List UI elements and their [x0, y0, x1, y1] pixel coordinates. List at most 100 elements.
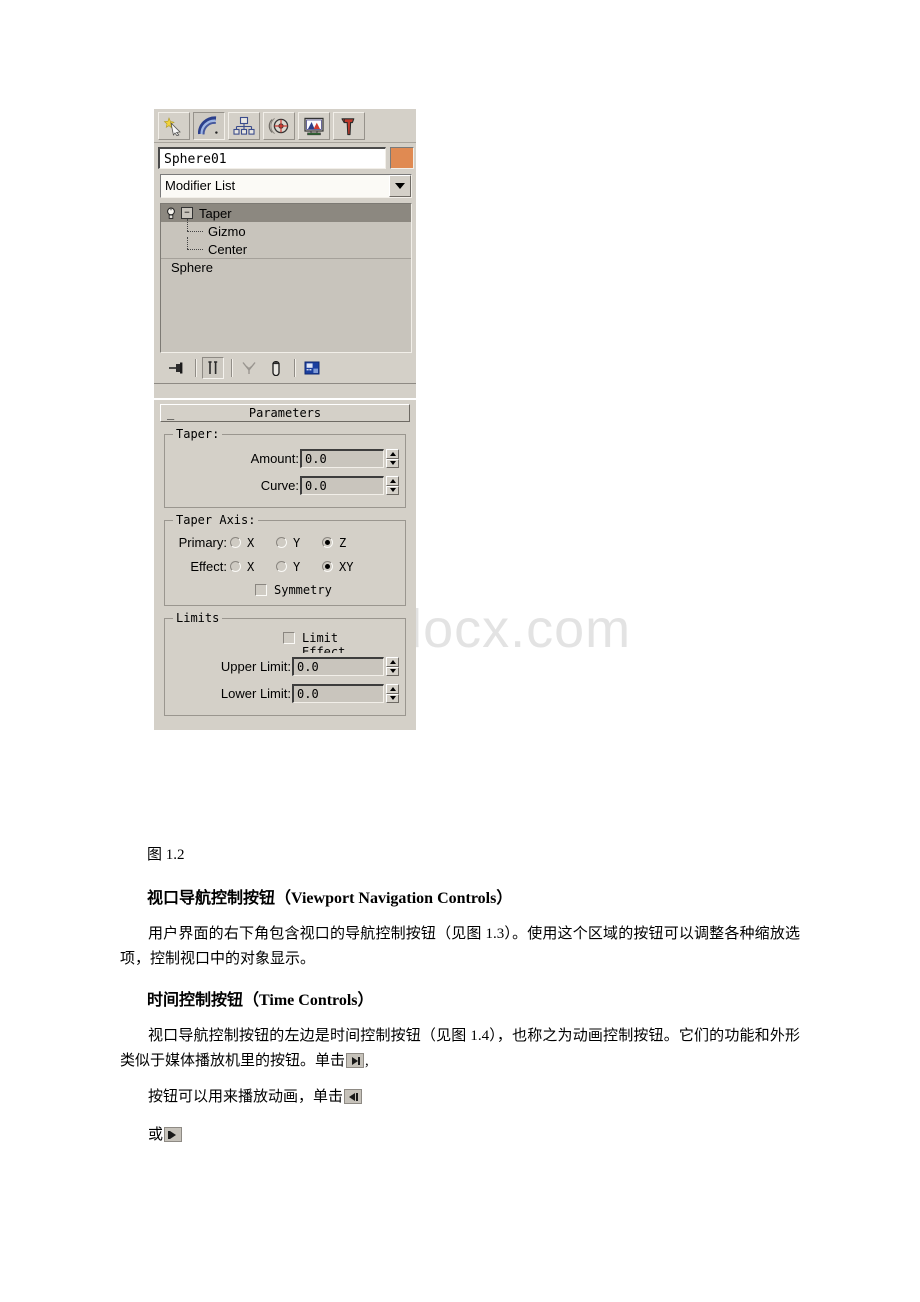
- caret-down-icon: [389, 669, 396, 674]
- create-tab[interactable]: [158, 112, 190, 140]
- pin-stack-button[interactable]: [166, 357, 188, 379]
- upper-limit-label: Upper Limit:: [220, 659, 291, 674]
- pin-icon: [169, 362, 183, 374]
- primary-axis-z[interactable]: Z: [322, 536, 368, 550]
- upper-limit-spinner[interactable]: [386, 657, 399, 676]
- paragraph-text: 用户界面的右下角包含视口的导航控制按钮（见图 1.3）。使用这个区域的按钮可以调…: [120, 926, 800, 967]
- triangle-left-glyph: [349, 1093, 356, 1101]
- modifier-stack-container: − Taper Gizmo Center Sphere: [152, 201, 416, 398]
- panel-divider: [154, 383, 416, 398]
- hammer-icon: [341, 118, 355, 136]
- spinner-down-button[interactable]: [386, 485, 399, 495]
- hierarchy-tab[interactable]: [228, 112, 260, 140]
- checkbox-icon[interactable]: [283, 632, 295, 644]
- primary-axis-y[interactable]: Y: [276, 536, 322, 550]
- limits-group-title: Limits: [173, 611, 223, 625]
- spinner-up-button[interactable]: [386, 684, 399, 694]
- amount-spinner[interactable]: [386, 449, 399, 468]
- paragraph-text: 视口导航控制按钮的左边是时间控制按钮（见图 1.4），也称之为动画控制按钮。它们…: [120, 1028, 800, 1069]
- heading-viewport-navigation-controls: 视口导航控制按钮（Viewport Navigation Controls）: [147, 890, 513, 907]
- primary-axis-x[interactable]: X: [230, 536, 276, 550]
- limit-effect-checkbox-row[interactable]: Limit Effect: [171, 631, 399, 653]
- spinner-down-button[interactable]: [386, 693, 399, 703]
- modifier-stack-list[interactable]: − Taper Gizmo Center Sphere: [160, 203, 412, 353]
- radio-icon[interactable]: [230, 537, 241, 548]
- spinner-down-button[interactable]: [386, 666, 399, 676]
- next-frame-icon[interactable]: [164, 1127, 183, 1142]
- stack-item-label: Gizmo: [208, 223, 246, 239]
- parameters-rollout: _ Parameters Taper: Amount: 0.0 Curve: 0…: [152, 398, 416, 730]
- effect-axis-y[interactable]: Y: [276, 560, 322, 574]
- bar-glyph: [356, 1093, 359, 1101]
- checkbox-icon[interactable]: [255, 584, 267, 596]
- bar-glyph: [358, 1057, 361, 1065]
- limit-effect-label: Limit: [302, 631, 339, 645]
- paragraph-text-tail: ,: [365, 1053, 369, 1069]
- trash-icon: [272, 361, 280, 376]
- stack-item-taper[interactable]: − Taper: [161, 204, 411, 222]
- radio-icon[interactable]: [322, 537, 333, 548]
- amount-input[interactable]: 0.0: [300, 449, 384, 468]
- radio-icon[interactable]: [276, 537, 287, 548]
- curve-field-row: Curve: 0.0: [171, 476, 399, 495]
- display-tab[interactable]: [298, 112, 330, 140]
- limit-effect-checkbox[interactable]: Limit: [283, 631, 399, 645]
- spinner-up-button[interactable]: [386, 657, 399, 667]
- show-end-result-button[interactable]: [202, 357, 224, 379]
- effect-axis-xy[interactable]: XY: [322, 560, 368, 574]
- tree-branch-icon: [187, 219, 205, 237]
- stack-expand-toggle[interactable]: −: [181, 207, 193, 219]
- modify-tab[interactable]: [193, 112, 225, 140]
- radio-icon[interactable]: [276, 561, 287, 572]
- upper-limit-input[interactable]: 0.0: [292, 657, 384, 676]
- spinner-down-button[interactable]: [386, 458, 399, 468]
- curve-spinner[interactable]: [386, 476, 399, 495]
- stack-item-label: Sphere: [171, 260, 213, 275]
- stack-item-sphere[interactable]: Sphere: [161, 258, 411, 276]
- lower-limit-input[interactable]: 0.0: [292, 684, 384, 703]
- upper-limit-row: Upper Limit: 0.0: [171, 657, 399, 676]
- paragraph-text: 或: [148, 1127, 164, 1143]
- symmetry-label: Symmetry: [274, 583, 332, 597]
- radio-icon[interactable]: [322, 561, 333, 572]
- stack-item-center[interactable]: Center: [161, 237, 411, 258]
- make-unique-icon: [242, 362, 256, 374]
- spinner-up-button[interactable]: [386, 449, 399, 459]
- modifier-list-dropdown-button[interactable]: [389, 175, 411, 197]
- motion-tab[interactable]: [263, 112, 295, 140]
- make-unique-button[interactable]: [238, 357, 260, 379]
- caret-down-icon: [389, 461, 396, 466]
- configure-sets-button[interactable]: [301, 357, 323, 379]
- curve-label: Curve:: [260, 478, 299, 493]
- star-arrow-icon: [163, 117, 181, 136]
- symmetry-checkbox-row[interactable]: Symmetry: [171, 583, 399, 597]
- radio-icon[interactable]: [230, 561, 241, 572]
- lower-limit-row: Lower Limit: 0.0: [171, 684, 399, 703]
- object-color-swatch[interactable]: [390, 147, 414, 169]
- lower-limit-spinner[interactable]: [386, 684, 399, 703]
- parameters-rollout-header[interactable]: _ Parameters: [160, 404, 410, 422]
- triangle-right-glyph: [170, 1131, 177, 1139]
- heading-time-controls: 时间控制按钮（Time Controls）: [147, 992, 374, 1009]
- modifier-list-combo[interactable]: Modifier List: [160, 174, 412, 198]
- play-icon[interactable]: [346, 1053, 365, 1068]
- curve-input[interactable]: 0.0: [300, 476, 384, 495]
- light-bulb-icon[interactable]: [165, 207, 177, 220]
- hierarchy-tree-icon: [233, 116, 255, 135]
- limit-effect-label-line2-row: Effect: [283, 645, 399, 653]
- limit-effect-label-line2: Effect: [302, 645, 346, 653]
- caret-up-icon: [389, 686, 396, 691]
- previous-frame-icon[interactable]: [344, 1089, 363, 1104]
- stack-item-gizmo[interactable]: Gizmo: [161, 219, 411, 240]
- caret-down-icon: [389, 488, 396, 493]
- spinner-up-button[interactable]: [386, 476, 399, 486]
- effect-axis-x[interactable]: X: [230, 560, 276, 574]
- utilities-tab[interactable]: [333, 112, 365, 140]
- effect-axis-xy-label: XY: [339, 559, 354, 574]
- object-name-input[interactable]: Sphere01: [158, 147, 386, 169]
- caret-up-icon: [389, 451, 396, 456]
- taper-axis-group-title: Taper Axis:: [173, 513, 259, 527]
- remove-modifier-button[interactable]: [265, 357, 287, 379]
- chevron-down-icon: [395, 183, 405, 189]
- object-name-row: Sphere01: [152, 143, 416, 172]
